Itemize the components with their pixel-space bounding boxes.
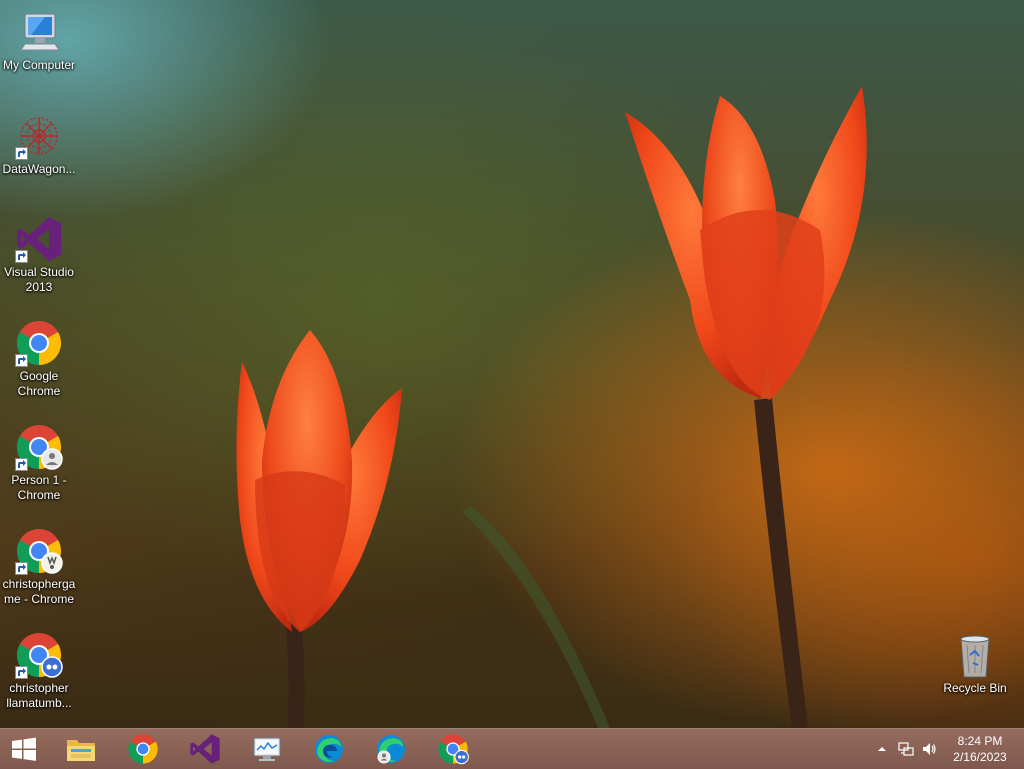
monitor-icon — [253, 737, 281, 761]
shortcut-arrow-icon — [15, 562, 28, 575]
desktop-icon-label: Recycle Bin — [943, 681, 1007, 695]
datawagon-icon — [15, 112, 63, 160]
chrome-profile-icon — [438, 734, 469, 765]
volume-icon — [923, 743, 936, 755]
shortcut-arrow-icon — [15, 147, 28, 160]
chrome-icon — [15, 319, 63, 367]
taskbar-microsoft-edge[interactable] — [301, 729, 357, 769]
edge-profile-icon — [377, 735, 405, 764]
taskbar-visual-studio[interactable] — [177, 729, 233, 769]
taskbar-edge-profile[interactable] — [363, 729, 419, 769]
chrome-profile-icon — [15, 423, 63, 471]
desktop-icon-my-computer[interactable]: My Computer — [1, 8, 77, 73]
taskbar-google-chrome[interactable] — [115, 729, 171, 769]
chrome-profile-icon — [15, 527, 63, 575]
visual-studio-icon — [15, 215, 63, 263]
show-hidden-icons-icon — [878, 747, 886, 751]
shortcut-arrow-icon — [15, 666, 28, 679]
folder-icon — [67, 740, 95, 761]
desktop-icon-label: Person 1 - Chrome — [11, 473, 67, 502]
taskbar-clock[interactable]: 8:24 PM 2/16/2023 — [944, 733, 1016, 765]
desktop-icon-label: christopherga me - Chrome — [2, 577, 76, 606]
shortcut-arrow-icon — [15, 354, 28, 367]
desktop-icon-label: DataWagon... — [2, 162, 76, 176]
tulip-wallpaper — [236, 86, 867, 728]
recycle-bin-icon — [951, 631, 999, 679]
desktop-icon-label: My Computer — [2, 58, 76, 72]
chrome-icon — [128, 734, 158, 764]
windows-logo-icon — [12, 737, 36, 761]
taskbar-chrome-profile[interactable] — [425, 729, 481, 769]
taskbar-file-explorer[interactable] — [53, 729, 109, 769]
desktop-icon-christopher-llamatumb[interactable]: christopher llamatumb... — [1, 631, 77, 711]
computer-icon — [15, 8, 63, 56]
chrome-profile-icon — [15, 631, 63, 679]
desktop-icon-label: Visual Studio 2013 — [4, 265, 74, 294]
desktop-icon-google-chrome[interactable]: Google Chrome — [1, 319, 77, 399]
desktop-icon-christophergame-chrome[interactable]: christopherga me - Chrome — [1, 527, 77, 607]
volume-control[interactable] — [921, 741, 937, 757]
desktop-icon-label: Google Chrome — [17, 369, 61, 398]
start-button[interactable] — [0, 729, 48, 769]
desktop-icon-person-1-chrome[interactable]: Person 1 - Chrome — [1, 423, 77, 503]
taskbar-system-monitor[interactable] — [239, 729, 295, 769]
taskbar: 8:24 PM 2/16/2023 — [0, 728, 1024, 769]
shortcut-arrow-icon — [15, 458, 28, 471]
desktop[interactable]: My Computer DataWagon... Visual Studio 2… — [0, 0, 1024, 728]
shortcut-arrow-icon — [15, 250, 28, 263]
desktop-icon-visual-studio-2013[interactable]: Visual Studio 2013 — [1, 215, 77, 295]
network-icon — [898, 742, 914, 756]
desktop-icon-datawagon[interactable]: DataWagon... — [1, 112, 77, 177]
show-hidden-icons-button[interactable] — [874, 741, 890, 757]
clock-time: 8:24 PM — [957, 734, 1003, 748]
visual-studio-icon — [190, 734, 220, 764]
clock-date: 2/16/2023 — [953, 750, 1007, 764]
edge-icon — [315, 735, 343, 763]
network-status[interactable] — [898, 741, 914, 757]
desktop-icon-recycle-bin[interactable]: Recycle Bin — [937, 631, 1013, 696]
desktop-icon-label: christopher llamatumb... — [6, 681, 72, 710]
